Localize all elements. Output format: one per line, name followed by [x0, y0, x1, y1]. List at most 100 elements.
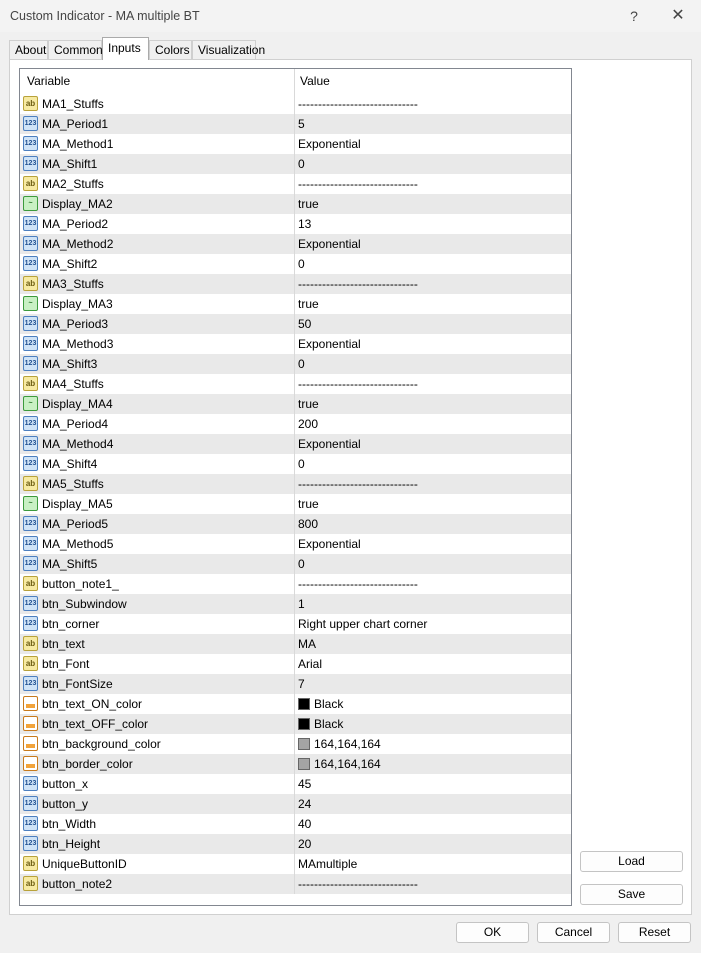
table-row[interactable]: 123 MA_Shift5 0	[20, 554, 571, 574]
string-type-icon: ab	[23, 476, 38, 491]
value-cell[interactable]: 1	[295, 594, 571, 614]
value-cell[interactable]: 50	[295, 314, 571, 334]
value-cell[interactable]: Exponential	[295, 134, 571, 154]
table-row[interactable]: 123 MA_Method3 Exponential	[20, 334, 571, 354]
value-cell[interactable]: true	[295, 494, 571, 514]
value-cell[interactable]: ------------------------------	[295, 374, 571, 394]
table-row[interactable]: 123 MA_Method5 Exponential	[20, 534, 571, 554]
value-cell[interactable]: Exponential	[295, 434, 571, 454]
table-row[interactable]: 123 MA_Shift3 0	[20, 354, 571, 374]
value-cell[interactable]: 0	[295, 354, 571, 374]
table-row[interactable]: btn_text_OFF_color Black	[20, 714, 571, 734]
value-cell[interactable]: ------------------------------	[295, 94, 571, 114]
value-cell[interactable]: MAmultiple	[295, 854, 571, 874]
value-cell[interactable]: 5	[295, 114, 571, 134]
value-cell[interactable]: true	[295, 194, 571, 214]
table-row[interactable]: 123 MA_Method1 Exponential	[20, 134, 571, 154]
table-row[interactable]: 123 MA_Shift2 0	[20, 254, 571, 274]
table-row[interactable]: 123 btn_Subwindow 1	[20, 594, 571, 614]
value-cell[interactable]: 13	[295, 214, 571, 234]
variable-cell: 123 MA_Period5	[20, 514, 295, 534]
table-row[interactable]: btn_border_color 164,164,164	[20, 754, 571, 774]
save-button[interactable]: Save	[580, 884, 683, 905]
table-row[interactable]: 123 MA_Period2 13	[20, 214, 571, 234]
value-cell[interactable]: true	[295, 394, 571, 414]
table-row[interactable]: 123 btn_FontSize 7	[20, 674, 571, 694]
value-cell[interactable]: ------------------------------	[295, 174, 571, 194]
help-button[interactable]: ?	[622, 5, 646, 27]
value-cell[interactable]: Exponential	[295, 334, 571, 354]
table-row[interactable]: 123 MA_Period3 50	[20, 314, 571, 334]
column-header-variable[interactable]: Variable	[20, 69, 295, 94]
table-row[interactable]: ab UniqueButtonID MAmultiple	[20, 854, 571, 874]
table-row[interactable]: 123 MA_Method4 Exponential	[20, 434, 571, 454]
table-row[interactable]: ab btn_Font Arial	[20, 654, 571, 674]
tab-colors[interactable]: Colors	[149, 40, 192, 59]
value-cell[interactable]: Black	[295, 714, 571, 734]
value-cell[interactable]: 24	[295, 794, 571, 814]
value-cell[interactable]: true	[295, 294, 571, 314]
value-cell[interactable]: Exponential	[295, 534, 571, 554]
cancel-button[interactable]: Cancel	[537, 922, 610, 943]
table-row[interactable]: ab MA4_Stuffs ----------------------------…	[20, 374, 571, 394]
table-row[interactable]: ab MA3_Stuffs ----------------------------…	[20, 274, 571, 294]
value-cell[interactable]: 0	[295, 454, 571, 474]
table-row[interactable]: 123 MA_Shift1 0	[20, 154, 571, 174]
value-cell[interactable]: 0	[295, 254, 571, 274]
table-row[interactable]: 123 btn_Height 20	[20, 834, 571, 854]
value-cell[interactable]: 45	[295, 774, 571, 794]
tab-visualization[interactable]: Visualization	[192, 40, 265, 59]
value-cell[interactable]: Right upper chart corner	[295, 614, 571, 634]
value-cell[interactable]: 800	[295, 514, 571, 534]
table-row[interactable]: btn_background_color 164,164,164	[20, 734, 571, 754]
ok-button[interactable]: OK	[456, 922, 529, 943]
value-cell[interactable]: 0	[295, 154, 571, 174]
table-row[interactable]: 123 MA_Method2 Exponential	[20, 234, 571, 254]
table-row[interactable]: 123 btn_corner Right upper chart corner	[20, 614, 571, 634]
value-cell[interactable]: MA	[295, 634, 571, 654]
table-row[interactable]: 123 MA_Shift4 0	[20, 454, 571, 474]
close-button[interactable]: ✕	[666, 5, 690, 27]
table-row[interactable]: ab MA5_Stuffs ----------------------------…	[20, 474, 571, 494]
value-text: true	[298, 197, 319, 211]
table-row[interactable]: 123 MA_Period1 5	[20, 114, 571, 134]
table-row[interactable]: 123 MA_Period4 200	[20, 414, 571, 434]
value-cell[interactable]: ------------------------------	[295, 474, 571, 494]
value-cell[interactable]: Exponential	[295, 234, 571, 254]
variable-cell: ab UniqueButtonID	[20, 854, 295, 874]
value-cell[interactable]: Arial	[295, 654, 571, 674]
table-row[interactable]: btn_text_ON_color Black	[20, 694, 571, 714]
reset-button[interactable]: Reset	[618, 922, 691, 943]
tab-about[interactable]: About	[9, 40, 48, 59]
table-row[interactable]: ab btn_text MA	[20, 634, 571, 654]
table-row[interactable]: 123 button_y 24	[20, 794, 571, 814]
value-cell[interactable]: ------------------------------	[295, 874, 571, 894]
table-row[interactable]: ~ Display_MA3 true	[20, 294, 571, 314]
table-row[interactable]: 123 MA_Period5 800	[20, 514, 571, 534]
table-row[interactable]: ab button_note2 --------------------------…	[20, 874, 571, 894]
table-row[interactable]: 123 button_x 45	[20, 774, 571, 794]
value-cell[interactable]: Black	[295, 694, 571, 714]
variable-name: MA_Method1	[42, 137, 114, 151]
column-header-value[interactable]: Value	[295, 69, 571, 94]
load-button[interactable]: Load	[580, 851, 683, 872]
value-cell[interactable]: 7	[295, 674, 571, 694]
value-cell[interactable]: 20	[295, 834, 571, 854]
tab-common[interactable]: Common	[48, 40, 103, 59]
value-cell[interactable]: 200	[295, 414, 571, 434]
value-cell[interactable]: 0	[295, 554, 571, 574]
table-row[interactable]: ab button_note1_ -------------------------…	[20, 574, 571, 594]
table-row[interactable]: ab MA1_Stuffs ----------------------------…	[20, 94, 571, 114]
table-row[interactable]: ~ Display_MA2 true	[20, 194, 571, 214]
table-row[interactable]: 123 btn_Width 40	[20, 814, 571, 834]
value-cell[interactable]: 164,164,164	[295, 754, 571, 774]
variable-cell: 123 btn_FontSize	[20, 674, 295, 694]
value-cell[interactable]: ------------------------------	[295, 574, 571, 594]
table-row[interactable]: ab MA2_Stuffs ----------------------------…	[20, 174, 571, 194]
table-row[interactable]: ~ Display_MA4 true	[20, 394, 571, 414]
tab-inputs[interactable]: Inputs	[102, 37, 149, 60]
value-cell[interactable]: ------------------------------	[295, 274, 571, 294]
table-row[interactable]: ~ Display_MA5 true	[20, 494, 571, 514]
value-cell[interactable]: 164,164,164	[295, 734, 571, 754]
value-cell[interactable]: 40	[295, 814, 571, 834]
